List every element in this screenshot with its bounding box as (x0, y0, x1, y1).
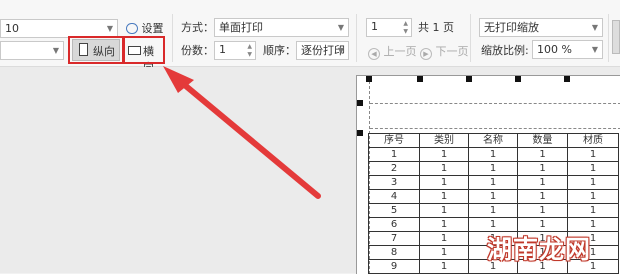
watermark-text: 湖南龙网 (487, 235, 592, 264)
arrow-shaft (178, 79, 321, 199)
